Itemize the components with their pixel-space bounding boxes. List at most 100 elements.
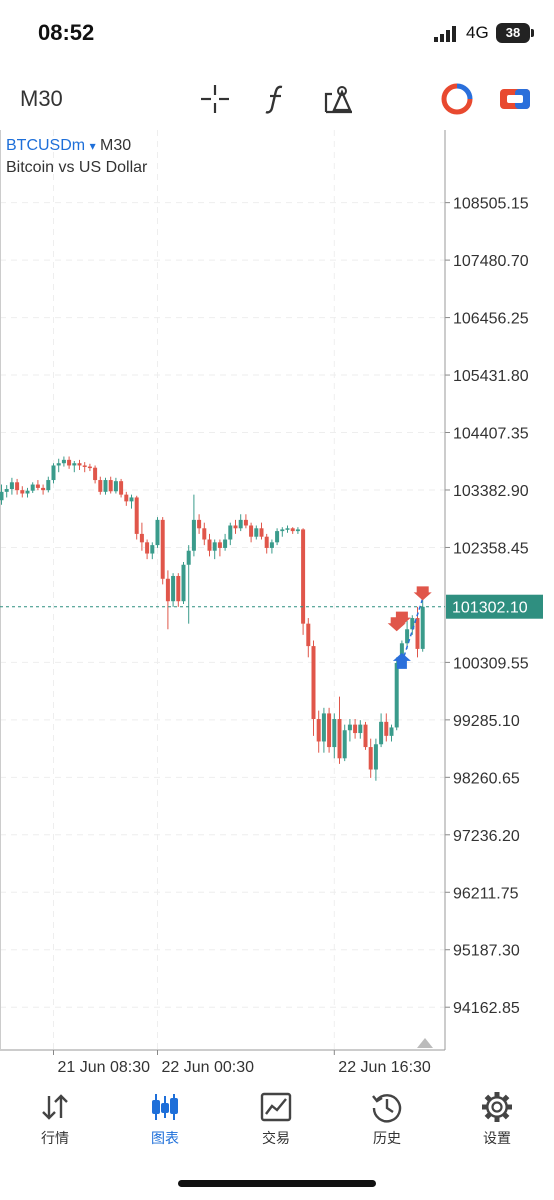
candle-body — [358, 724, 363, 734]
candle-body — [280, 529, 285, 532]
candle-body — [384, 721, 389, 736]
candle-body — [207, 539, 212, 551]
candle-body — [15, 482, 20, 491]
symbol-name[interactable]: BTCUSDm — [6, 137, 85, 154]
candle-body — [295, 529, 300, 532]
candle-body — [181, 564, 186, 602]
candle-body — [129, 497, 134, 502]
candle-body — [150, 545, 155, 554]
candle-body — [269, 542, 274, 548]
nav-settings[interactable]: 设置 — [452, 1086, 542, 1156]
nav-label: 设置 — [483, 1130, 511, 1146]
crosshair-icon[interactable] — [198, 82, 232, 116]
candle-body — [87, 466, 92, 469]
candle-body — [249, 525, 254, 537]
candle-body — [415, 618, 420, 649]
candle-body — [20, 490, 25, 494]
candle-body — [51, 465, 56, 481]
y-tick-label: 94162.85 — [453, 1000, 520, 1017]
y-tick-label: 106456.25 — [453, 311, 529, 328]
battery-icon — [531, 29, 534, 37]
y-tick-label: 103382.90 — [453, 483, 529, 500]
candle-body — [353, 724, 358, 734]
candle-body — [254, 528, 259, 537]
price-chart[interactable]: 108505.15 107480.70 106456.25 105431.80 1044… — [0, 130, 554, 1085]
candle-body — [4, 489, 9, 492]
symbol-dropdown-icon[interactable]: ▾ — [90, 139, 96, 153]
candlestick-chart[interactable]: 108505.15 107480.70 106456.25 105431.80 1044… — [0, 130, 554, 1085]
nav-label: 图表 — [151, 1130, 179, 1146]
y-tick-label: 105431.80 — [453, 368, 529, 385]
x-tick-label: 22 Jun 00:30 — [162, 1059, 255, 1076]
candle-body — [420, 606, 425, 649]
candle-body — [228, 525, 233, 540]
battery-level: 38 — [496, 23, 530, 43]
chart-icon — [152, 1094, 178, 1120]
candle-body — [30, 484, 35, 491]
candle-body — [290, 528, 295, 532]
candle-body — [347, 724, 352, 731]
candle-body — [165, 578, 170, 602]
candle-body — [217, 542, 222, 548]
home-indicator[interactable] — [178, 1180, 376, 1187]
chart-toolbar: M30 — [0, 70, 554, 130]
candle-body — [327, 713, 332, 748]
candle-body — [373, 744, 378, 770]
nav-history[interactable]: 历史 — [342, 1086, 432, 1156]
candle-body — [311, 646, 316, 720]
nav-quotes[interactable]: 行情 — [10, 1086, 100, 1156]
nav-label: 交易 — [262, 1130, 290, 1146]
candle-body — [46, 480, 51, 491]
y-tick-label: 100309.55 — [453, 655, 529, 672]
y-tick-label: 97236.20 — [453, 828, 520, 845]
y-tick-label: 108505.15 — [453, 196, 529, 213]
one-click-trading-icon[interactable] — [498, 82, 532, 116]
candle-body — [306, 623, 311, 647]
candle-body — [379, 721, 384, 745]
candle-body — [139, 533, 144, 543]
candle-body — [243, 519, 248, 526]
candle-body — [145, 542, 150, 554]
candle-body — [342, 730, 347, 759]
y-tick-label: 95187.30 — [453, 943, 520, 960]
settings-icon — [482, 1092, 512, 1122]
y-tick-label: 99285.10 — [453, 713, 520, 730]
candle-body — [363, 724, 368, 748]
candle-body — [191, 519, 196, 551]
candle-body — [160, 519, 165, 579]
candle-body — [77, 463, 82, 466]
candle-body — [119, 481, 124, 495]
network-type: 4G — [466, 23, 489, 42]
candle-body — [56, 463, 61, 466]
signal-status-icon[interactable] — [440, 82, 474, 116]
symbol-header[interactable]: BTCUSDm ▾ M30 — [6, 137, 131, 155]
y-tick-label: 104407.35 — [453, 426, 529, 443]
nav-trade[interactable]: 交易 — [231, 1086, 321, 1156]
trade-icon — [260, 1092, 292, 1122]
candle-body — [275, 531, 280, 543]
candle-body — [368, 747, 373, 770]
candle-body — [197, 519, 202, 529]
nav-chart[interactable]: 图表 — [120, 1086, 210, 1156]
candle-body — [25, 490, 30, 494]
x-tick-label: 21 Jun 08:30 — [58, 1059, 151, 1076]
candle-body — [389, 727, 394, 736]
candle-body — [82, 465, 87, 467]
function-icon[interactable] — [260, 82, 294, 116]
candle-body — [176, 575, 181, 602]
candle-body — [108, 480, 113, 492]
candle-body — [9, 482, 14, 490]
y-tick-label: 98260.65 — [453, 770, 520, 787]
candle-body — [394, 662, 399, 728]
candle-body — [337, 719, 342, 759]
history-icon — [372, 1094, 402, 1123]
chart-shift-icon — [417, 1038, 433, 1048]
timeframe-button[interactable]: M30 — [20, 86, 63, 112]
y-tick-label: 107480.70 — [453, 253, 529, 270]
candle-body — [212, 542, 217, 551]
candle-body — [35, 484, 40, 488]
status-bar: 08:52 4G 38 — [0, 0, 554, 70]
objects-icon[interactable] — [322, 82, 356, 116]
candle-body — [67, 459, 72, 466]
candle-body — [233, 525, 238, 529]
